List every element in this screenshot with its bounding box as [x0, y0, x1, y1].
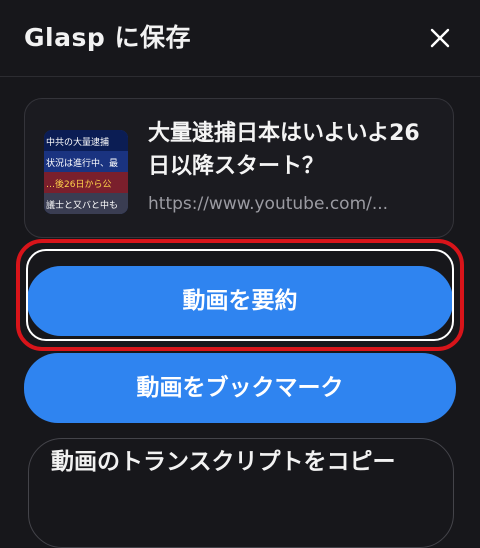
thumb-line-4: 議士と又バと中も [46, 199, 118, 211]
video-thumbnail: 中共の大量逮捕 状況は進行中、最 …後26日から公 議士と又バと中も [44, 130, 128, 214]
close-icon[interactable] [424, 22, 456, 54]
thumb-line-3: …後26日から公 [46, 178, 111, 190]
summarize-video-button[interactable]: 動画を要約 [27, 266, 453, 336]
modal-header: Glasp に保存 [0, 0, 480, 77]
thumb-line-2: 状況は進行中、最 [46, 157, 118, 169]
modal-title: Glasp に保存 [24, 23, 191, 52]
video-title: 大量逮捕日本はいよいよ26日以降スタート？ [148, 121, 420, 179]
bookmark-video-button[interactable]: 動画をブックマーク [24, 353, 456, 423]
video-card: 中共の大量逮捕 状況は進行中、最 …後26日から公 議士と又バと中も 大量逮捕日… [24, 98, 454, 238]
copy-transcript-button[interactable]: 動画のトランスクリプトをコピー [28, 438, 454, 548]
thumb-line-1: 中共の大量逮捕 [46, 136, 109, 148]
thumbnail-image: 中共の大量逮捕 状況は進行中、最 …後26日から公 議士と又バと中も [44, 130, 128, 214]
copy-transcript-label: 動画のトランスクリプトをコピー [51, 449, 396, 475]
video-url: https://www.youtube.com/... [148, 194, 389, 214]
